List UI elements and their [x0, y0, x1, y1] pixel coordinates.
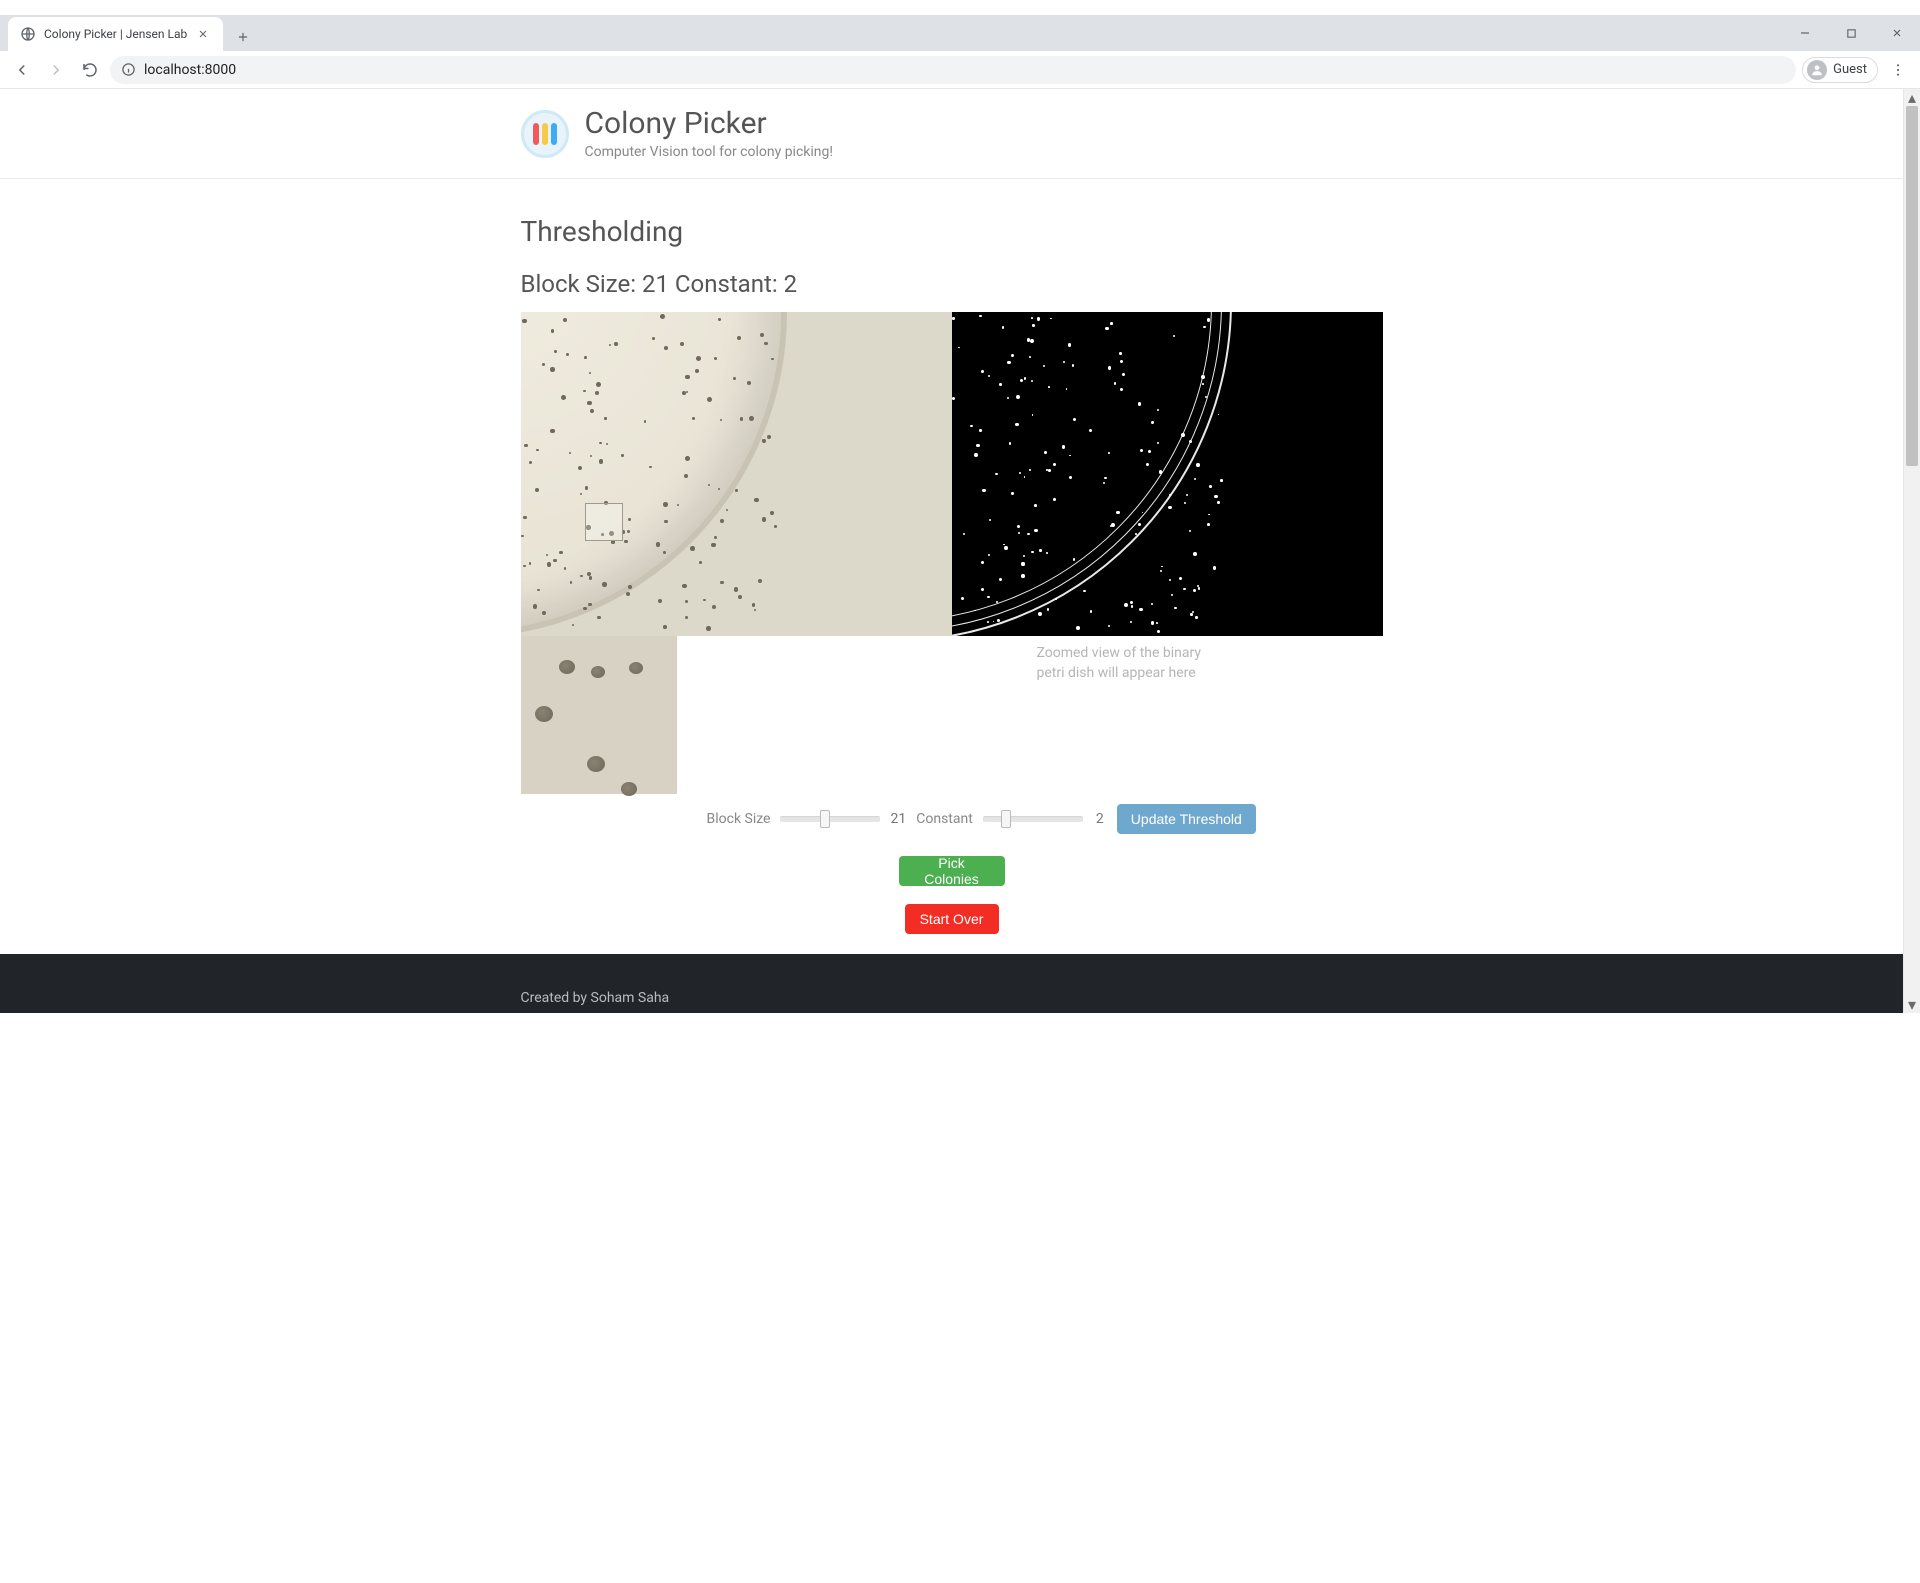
scroll-down-arrow-icon[interactable]: ▾: [1904, 996, 1920, 1013]
browser-window: Colony Picker | Jensen Lab localhost:800…: [0, 0, 1920, 1013]
viewport: Colony Picker Computer Vision tool for c…: [0, 89, 1920, 1013]
placeholder-line-1: Zoomed view of the binary: [1037, 644, 1202, 664]
threshold-controls: Block Size 21 Constant 2 Update Threshol…: [707, 804, 1383, 834]
constant-value: 2: [1093, 811, 1107, 827]
params-readout: Block Size: 21 Constant: 2: [521, 270, 1383, 298]
scroll-up-arrow-icon[interactable]: ▴: [1904, 89, 1920, 106]
site-info-icon[interactable]: [120, 62, 136, 78]
section-heading: Thresholding: [521, 215, 1383, 248]
app-tagline: Computer Vision tool for colony picking!: [585, 144, 834, 160]
close-icon[interactable]: [195, 26, 211, 42]
under-image-row: Zoomed view of the binary petri dish wil…: [521, 636, 1383, 794]
globe-icon: [20, 26, 36, 42]
window-titlebar: [0, 0, 1920, 15]
tab-bar: Colony Picker | Jensen Lab: [0, 15, 1920, 51]
original-image-panel[interactable]: [521, 312, 952, 636]
reload-button[interactable]: [76, 56, 104, 84]
footer-credit: Created by Soham Saha: [521, 990, 670, 1006]
address-bar[interactable]: localhost:8000: [110, 56, 1796, 84]
vertical-scrollbar[interactable]: ▴ ▾: [1903, 89, 1920, 1013]
thresholding-section: Thresholding Block Size: 21 Constant: 2: [521, 179, 1383, 934]
page-header: Colony Picker Computer Vision tool for c…: [0, 89, 1903, 179]
image-comparison-row: [521, 312, 1383, 636]
constant-label: Constant: [916, 811, 973, 827]
block-size-slider[interactable]: [780, 816, 880, 822]
block-size-value: 21: [890, 811, 906, 827]
profile-chip[interactable]: Guest: [1802, 57, 1878, 83]
minimize-button[interactable]: [1782, 15, 1828, 51]
avatar-icon: [1807, 60, 1827, 80]
new-tab-button[interactable]: [229, 23, 257, 51]
address-bar-row: localhost:8000 Guest: [0, 51, 1920, 89]
update-threshold-button[interactable]: Update Threshold: [1117, 804, 1256, 834]
back-button[interactable]: [8, 56, 36, 84]
app-title: Colony Picker: [585, 107, 834, 140]
app-logo: [521, 110, 569, 158]
scrollbar-thumb[interactable]: [1906, 106, 1918, 466]
maximize-button[interactable]: [1828, 15, 1874, 51]
browser-menu-button[interactable]: [1884, 56, 1912, 84]
binary-zoom-placeholder: Zoomed view of the binary petri dish wil…: [1037, 636, 1202, 794]
page-content: Colony Picker Computer Vision tool for c…: [0, 89, 1903, 1013]
threshold-image-panel: [952, 312, 1383, 636]
url-text: localhost:8000: [144, 62, 236, 78]
selection-box[interactable]: [585, 503, 623, 541]
block-size-label: Block Size: [707, 811, 771, 827]
profile-label: Guest: [1833, 62, 1867, 77]
close-window-button[interactable]: [1874, 15, 1920, 51]
page-footer: Created by Soham Saha: [0, 954, 1903, 1013]
forward-button[interactable]: [42, 56, 70, 84]
tab-title: Colony Picker | Jensen Lab: [44, 27, 187, 41]
page-scroll-area[interactable]: Colony Picker Computer Vision tool for c…: [0, 89, 1903, 1013]
start-over-button[interactable]: Start Over: [905, 904, 999, 934]
window-controls: [1782, 15, 1920, 51]
placeholder-line-2: petri dish will appear here: [1037, 664, 1202, 684]
browser-tab[interactable]: Colony Picker | Jensen Lab: [8, 17, 223, 51]
pick-colonies-button[interactable]: Pick Colonies: [899, 856, 1005, 886]
zoom-preview: [521, 636, 677, 794]
constant-slider[interactable]: [983, 816, 1083, 822]
